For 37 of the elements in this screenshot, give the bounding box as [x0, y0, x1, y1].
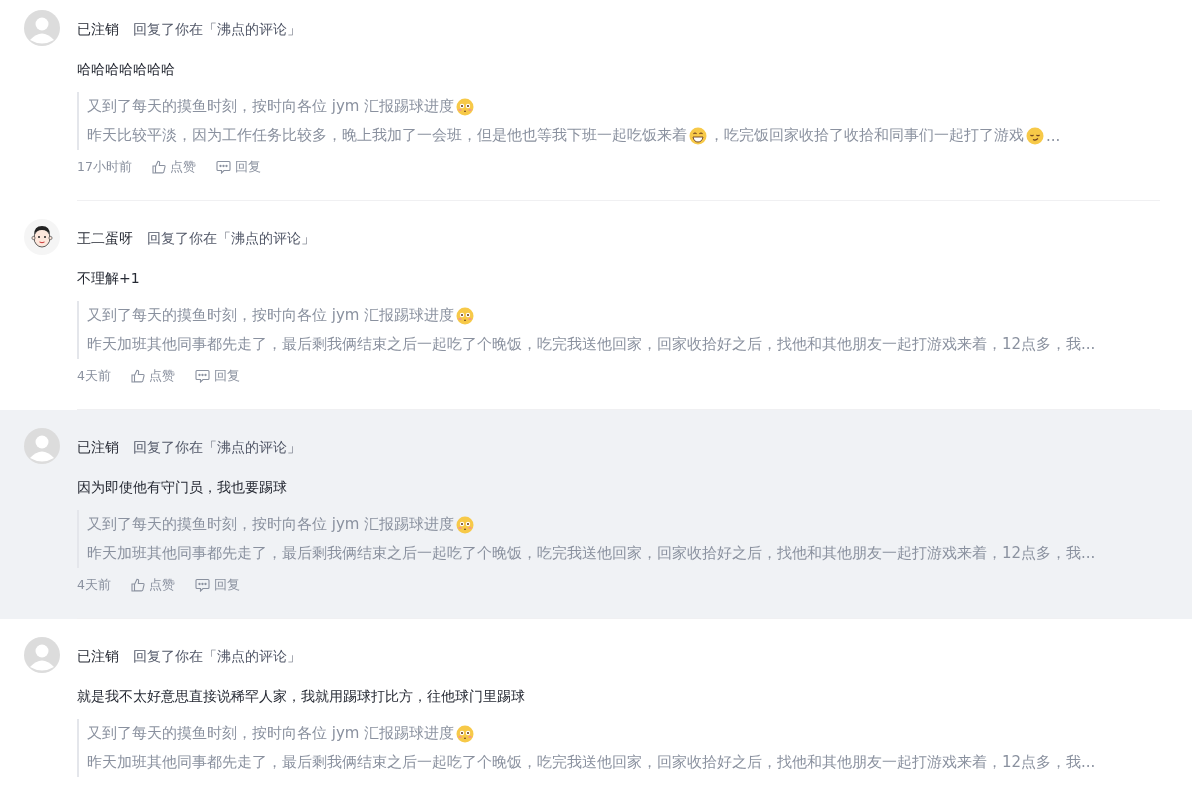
reply-button[interactable]: 回复 — [194, 576, 240, 594]
thumbs-up-icon — [130, 578, 145, 592]
comment-icon — [215, 160, 231, 174]
user-name[interactable]: 王二蛋呀 — [77, 230, 133, 248]
comment-icon — [194, 369, 210, 383]
reply-button[interactable]: 回复 — [194, 367, 240, 385]
reply-notice: 回复了你在「沸点的评论」 — [133, 21, 301, 39]
quoted-post[interactable]: 又到了每天的摸鱼时刻，按时向各位 jym 汇报踢球进度 昨天加班其他同事都先走了，最后剩我俩结束之后一起吃了个晚饭，吃完我送他回家，回家收拾好之后，找他和其他朋友一起打游戏来着，12点多，我... — [77, 301, 1160, 359]
user-name[interactable]: 已注销 — [77, 21, 119, 39]
reply-notice: 回复了你在「沸点的评论」 — [133, 648, 301, 666]
user-name[interactable]: 已注销 — [77, 439, 119, 457]
comment-text: 就是我不太好意思直接说稀罕人家，我就用踢球打比方，往他球门里踢球 — [77, 687, 526, 706]
comment-text: 哈哈哈哈哈哈哈 — [77, 60, 176, 79]
comment-text: 不理解+1 — [77, 269, 141, 288]
smirking-face-icon — [1026, 126, 1044, 145]
blushing-face-icon — [456, 97, 475, 116]
blushing-face-icon — [456, 515, 475, 534]
reply-button[interactable]: 回复 — [215, 158, 261, 176]
timestamp: 4天前 — [77, 367, 111, 385]
quoted-post[interactable]: 又到了每天的摸鱼时刻，按时向各位 jym 汇报踢球进度 昨天加班其他同事都先走了，最后剩我俩结束之后一起吃了个晚饭，吃完我送他回家，回家收拾好之后，找他和其他朋友一起打游戏来着，12点多，我... — [77, 510, 1160, 568]
timestamp: 17小时前 — [77, 158, 132, 176]
quoted-post[interactable]: 又到了每天的摸鱼时刻，按时向各位 jym 汇报踢球进度 昨天比较平淡，因为工作任务比较多，晚上我加了一会班，但是他也等我下班一起吃饭来着 ，吃完饭回家收拾了收拾和同事们一起打了游戏 ... — [77, 92, 1160, 150]
blushing-face-icon — [456, 724, 475, 743]
thumbs-up-icon — [130, 369, 145, 383]
like-button[interactable]: 点赞 — [151, 158, 196, 176]
like-button[interactable]: 点赞 — [130, 367, 175, 385]
blushing-face-icon — [456, 306, 475, 325]
thumbs-up-icon — [151, 160, 166, 174]
grinning-face-icon — [689, 126, 707, 145]
reply-notice: 回复了你在「沸点的评论」 — [147, 230, 315, 248]
reply-notice: 回复了你在「沸点的评论」 — [133, 439, 301, 457]
user-name[interactable]: 已注销 — [77, 648, 119, 666]
timestamp: 4天前 — [77, 576, 111, 594]
quoted-post[interactable]: 又到了每天的摸鱼时刻，按时向各位 jym 汇报踢球进度 昨天加班其他同事都先走了，最后剩我俩结束之后一起吃了个晚饭，吃完我送他回家，回家收拾好之后，找他和其他朋友一起打游戏来着，12点多，我... — [77, 719, 1160, 777]
like-button[interactable]: 点赞 — [130, 576, 175, 594]
comment-icon — [194, 578, 210, 592]
comment-text: 因为即使他有守门员，我也要踢球 — [77, 478, 288, 497]
